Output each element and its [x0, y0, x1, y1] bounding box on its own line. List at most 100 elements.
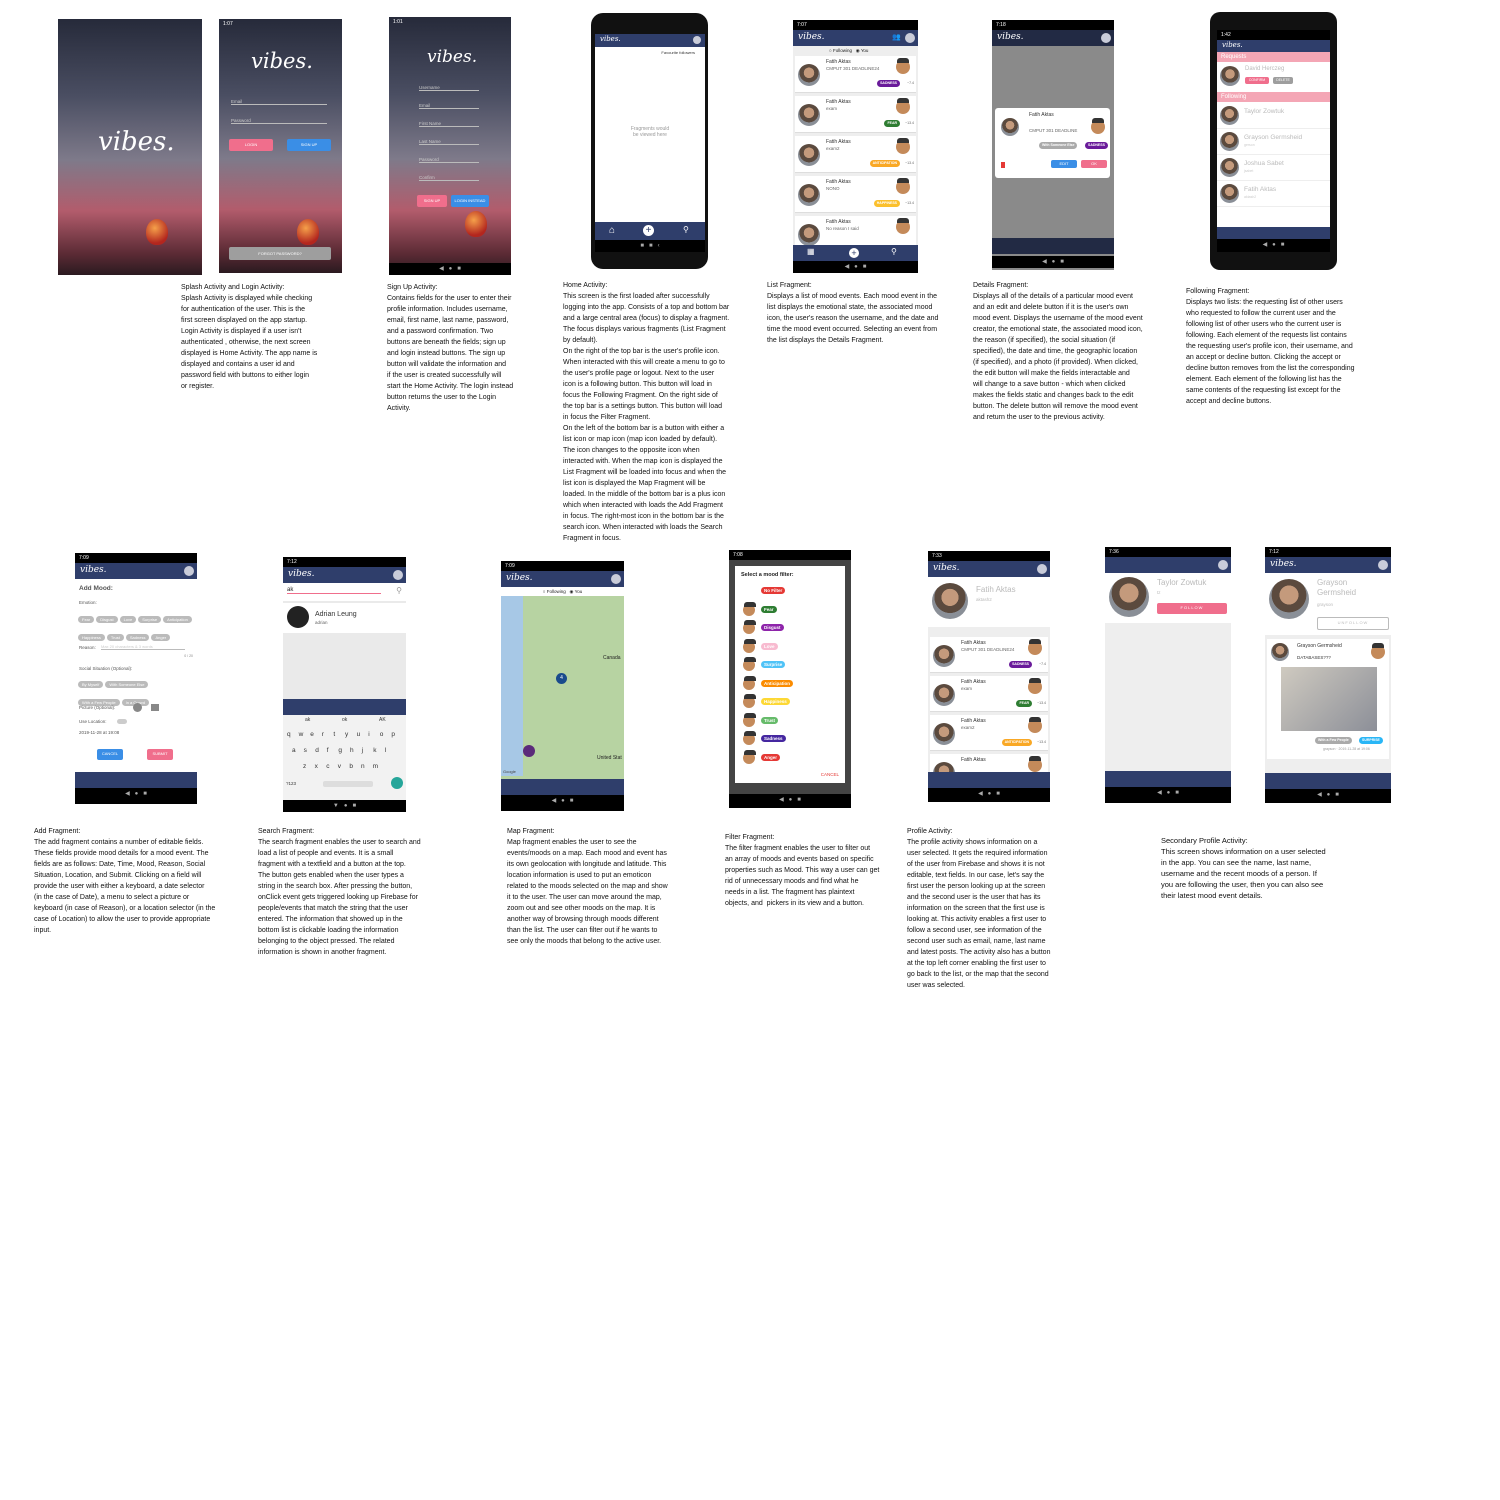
profile-icon[interactable]	[184, 566, 194, 576]
date-field[interactable]: 2019-11-28 at 19:08	[79, 730, 119, 735]
keyboard-key[interactable]: h	[350, 747, 354, 754]
toggle-you[interactable]: You	[861, 48, 869, 53]
favourite-followers-link[interactable]: Favourite followers	[661, 50, 695, 55]
follow-button[interactable]: FOLLOW	[1157, 603, 1227, 614]
search-input[interactable]: ak	[287, 587, 381, 594]
map-cluster-marker[interactable]: 4	[556, 673, 567, 684]
keyboard-key[interactable]: q	[287, 731, 291, 738]
edit-button[interactable]: EDIT	[1051, 160, 1077, 168]
filter-option[interactable]: No Filter	[735, 584, 845, 600]
following-item[interactable]: Joshua Sabet jsabet	[1217, 155, 1330, 181]
keyboard-key[interactable]: d	[315, 747, 319, 754]
password-field[interactable]: Password	[231, 118, 327, 124]
keyboard-key[interactable]: u	[357, 731, 361, 738]
unfollow-button[interactable]: UNFOLLOW	[1317, 617, 1389, 630]
forgot-password-button[interactable]: FORGOT PASSWORD?	[229, 247, 331, 260]
keyboard-key[interactable]: g	[338, 747, 342, 754]
login-button[interactable]: LOGIN	[229, 139, 273, 151]
cancel-button[interactable]: CANCEL	[97, 749, 123, 760]
emotion-chip[interactable]: Anticipation	[163, 616, 192, 623]
feed-toggle[interactable]: ○ Following ◉ You	[829, 48, 868, 54]
map-icon[interactable]: ▦	[807, 247, 815, 256]
emotion-chip[interactable]: Surprise	[138, 616, 162, 623]
mood-card[interactable]: Fatih Aktas exam2 ANTICIPATION ~13.4	[795, 136, 916, 173]
profile-icon[interactable]	[611, 574, 621, 584]
gallery-icon[interactable]	[151, 704, 159, 711]
reason-field[interactable]: Max 20 characters & 3 words	[101, 644, 185, 650]
keyboard-key[interactable]: r	[322, 731, 324, 738]
profile-icon[interactable]	[693, 36, 701, 44]
keyboard-key[interactable]: m	[373, 763, 378, 770]
toggle-following[interactable]: Following	[833, 48, 852, 53]
latest-post[interactable]: Grayson Germsheid DATABASES??? With a Fe…	[1267, 639, 1389, 759]
mood-card[interactable]: Fatih Aktas exam2 ANTICIPATION ~13.4	[930, 715, 1048, 751]
profile-icon[interactable]	[1378, 560, 1388, 570]
search-button-icon[interactable]: ⚲	[396, 586, 402, 595]
search-icon[interactable]: ⚲	[891, 247, 897, 256]
filter-option[interactable]: Sadness	[735, 731, 845, 748]
profile-icon[interactable]	[393, 570, 403, 580]
search-result[interactable]: Adrian Leung adrian	[283, 603, 406, 633]
keyboard-key[interactable]: x	[315, 763, 318, 770]
keyboard-key[interactable]: i	[368, 731, 369, 738]
toggle-following[interactable]: Following	[547, 589, 566, 594]
keyboard-key[interactable]: p	[391, 731, 395, 738]
mood-card[interactable]: Fatih Aktas CMPUT 301 DEADLINE24 SADNESS ~7…	[930, 637, 1048, 673]
suggestion[interactable]: ak	[305, 717, 310, 723]
search-icon[interactable]: ⚲	[683, 225, 689, 234]
profile-icon[interactable]	[1037, 564, 1047, 574]
social-chip[interactable]: By Myself	[78, 681, 104, 688]
keyboard-key[interactable]: b	[349, 763, 353, 770]
social-chip[interactable]: With Someone Else	[105, 681, 149, 688]
toggle-you[interactable]: You	[575, 589, 583, 594]
keyboard-key[interactable]: s	[304, 747, 307, 754]
suggestion[interactable]: AK	[379, 717, 386, 723]
profile-icon[interactable]	[905, 33, 915, 43]
keyboard-key[interactable]: v	[338, 763, 341, 770]
mood-card[interactable]: Fatih Aktas NONO HAPPINESS ~13.4	[795, 176, 916, 213]
mood-marker[interactable]	[523, 745, 535, 757]
keyboard-key[interactable]: j	[362, 747, 363, 754]
filter-option[interactable]: Surprise	[735, 657, 845, 674]
following-item[interactable]: Fatih Aktas aktash2	[1217, 181, 1330, 207]
filter-option[interactable]: Trust	[735, 712, 845, 730]
location-toggle[interactable]	[117, 719, 127, 724]
camera-icon[interactable]	[133, 703, 142, 712]
keyboard-key[interactable]: t	[333, 731, 335, 738]
emotion-chip[interactable]: Sadness	[125, 634, 150, 641]
profile-icon[interactable]	[1218, 560, 1228, 570]
keyboard-key[interactable]: l	[385, 747, 386, 754]
profile-icon[interactable]	[1101, 33, 1111, 43]
confirm-password-field[interactable]: Confirm	[419, 175, 479, 181]
login-instead-button[interactable]: LOGIN INSTEAD	[451, 195, 489, 207]
keyboard-key[interactable]: o	[380, 731, 384, 738]
mood-card[interactable]: Fatih Aktas exam FEAR ~13.4	[930, 676, 1048, 712]
signup-button[interactable]: SIGN UP	[417, 195, 447, 207]
add-icon[interactable]: +	[643, 225, 654, 236]
password-field[interactable]: Password	[419, 157, 479, 163]
filter-option[interactable]: Fear	[735, 601, 845, 619]
keyboard-key[interactable]: c	[326, 763, 329, 770]
last-name-field[interactable]: Last Name	[419, 139, 479, 145]
keyboard-key-numbers[interactable]: ?123	[286, 781, 296, 786]
following-icon[interactable]: 👥	[892, 33, 901, 42]
filter-option[interactable]: Anger	[735, 749, 845, 767]
filter-option[interactable]: Anticipation	[735, 675, 845, 693]
filter-option[interactable]: Love	[735, 638, 845, 656]
email-field[interactable]: Email	[419, 103, 479, 109]
email-field[interactable]: Email	[231, 99, 327, 105]
filter-cancel-button[interactable]: CANCEL	[821, 772, 839, 777]
decline-button[interactable]: DELETE	[1273, 77, 1293, 84]
keyboard-key[interactable]: f	[327, 747, 329, 754]
emotion-chip[interactable]: Trust	[106, 634, 124, 641]
keyboard-key[interactable]: z	[303, 763, 306, 770]
emotion-chip[interactable]: Love	[119, 616, 137, 623]
keyboard-key[interactable]: n	[361, 763, 365, 770]
emotion-chip[interactable]: Fear	[78, 616, 95, 623]
first-name-field[interactable]: First Name	[419, 121, 479, 127]
keyboard-key[interactable]: y	[345, 731, 348, 738]
feed-toggle[interactable]: ○ Following ◉ You	[501, 587, 624, 596]
following-item[interactable]: Taylor Zowtuk	[1217, 103, 1330, 129]
request-item[interactable]: David Herczeg CONFIRM DELETE	[1217, 63, 1330, 90]
keyboard-key[interactable]: w	[299, 731, 304, 738]
